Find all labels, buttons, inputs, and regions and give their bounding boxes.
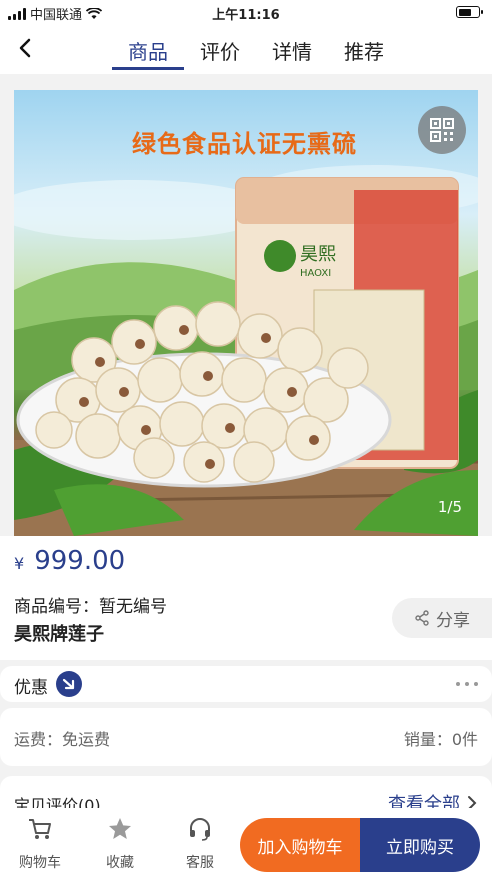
product-image-carousel[interactable]: 昊熙 HAOXI 绿色食品认证无熏硫 1/5	[14, 90, 478, 536]
promo-label: 优惠	[14, 678, 48, 698]
favorite-label: 收藏	[106, 855, 134, 871]
qr-code-button[interactable]	[418, 106, 466, 154]
cta-group: 加入购物车 立即购买	[240, 818, 480, 872]
service-label: 客服	[186, 855, 214, 871]
sales-count: 销量：0件	[403, 730, 478, 749]
add-to-cart-button[interactable]: 加入购物车	[240, 818, 360, 872]
favorite-tab[interactable]: 收藏	[90, 816, 150, 872]
hero-headline: 绿色食品认证无熏硫	[132, 130, 357, 158]
product-name: 昊熙牌莲子	[14, 624, 104, 645]
tab-recommend[interactable]: 推荐	[328, 36, 400, 70]
promo-arrow-badge-icon	[56, 671, 82, 697]
share-icon	[415, 610, 429, 626]
bottom-action-bar: 购物车 收藏 客服 加入购物车 立即购买	[0, 808, 492, 878]
currency-symbol: ¥	[14, 554, 25, 573]
service-tab[interactable]: 客服	[170, 816, 230, 872]
shipping-row: 运费：免运费 销量：0件	[0, 708, 492, 766]
qr-code-icon	[430, 118, 454, 142]
top-nav: 商品 评价 详情 推荐	[0, 24, 492, 74]
shipping-fee: 运费：免运费	[14, 730, 111, 749]
star-icon	[109, 818, 131, 839]
product-code: 商品编号：暂无编号	[14, 597, 167, 617]
share-button[interactable]: 分享	[392, 598, 492, 638]
cart-label: 购物车	[19, 855, 61, 871]
tab-product[interactable]: 商品	[112, 36, 184, 70]
carousel-page-indicator: 1/5	[437, 498, 462, 516]
back-chevron-icon[interactable]	[14, 36, 38, 60]
cart-icon	[29, 819, 51, 839]
tab-details[interactable]: 详情	[256, 36, 328, 70]
price: ¥ 999.00	[14, 546, 125, 576]
battery-icon	[456, 6, 483, 18]
status-time: 上午11:16	[212, 8, 280, 23]
more-dots-icon[interactable]	[456, 682, 478, 686]
tab-reviews[interactable]: 评价	[184, 36, 256, 70]
cart-tab[interactable]: 购物车	[10, 816, 70, 872]
tab-bar: 商品 评价 详情 推荐	[112, 36, 400, 70]
buy-now-button[interactable]: 立即购买	[360, 818, 480, 872]
status-bar: 中国联通 上午11:16	[0, 0, 492, 24]
product-detail-page: 中国联通 上午11:16 商品 评价 详情 推荐 昊熙 HAOXI 绿色食品认证…	[0, 0, 492, 878]
promo-row[interactable]: 优惠	[0, 666, 492, 702]
battery-fill	[458, 8, 472, 16]
headset-icon	[190, 818, 210, 841]
product-info: ¥ 999.00 商品编号：暂无编号 昊熙牌莲子 分享	[0, 536, 492, 660]
price-amount: 999.00	[34, 546, 126, 576]
pack-brand: 昊熙	[300, 244, 336, 265]
share-label: 分享	[436, 610, 470, 631]
pack-brand-sub: HAOXI	[300, 268, 331, 279]
